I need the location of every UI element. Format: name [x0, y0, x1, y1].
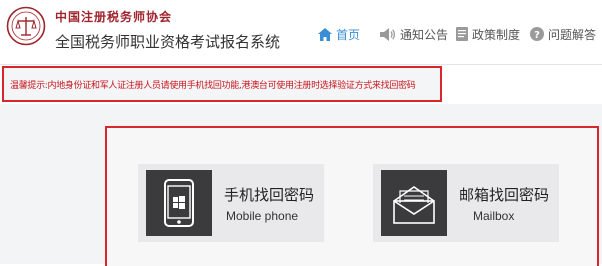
organization-name: 中国注册税务师协会: [55, 10, 173, 24]
document-icon: [456, 27, 468, 41]
speaker-icon: [380, 27, 396, 41]
nav-item-home[interactable]: 首页: [318, 24, 360, 44]
envelope-icon: [393, 186, 435, 224]
mobile-recovery-button[interactable]: 手机找回密码 Mobile phone: [138, 164, 324, 242]
email-recovery-title: 邮箱找回密码: [459, 186, 550, 204]
seal-logo-icon: [6, 6, 46, 46]
nav-label-notice: 通知公告: [400, 27, 449, 42]
svg-text:?: ?: [534, 30, 540, 41]
page-header: 中国注册税务师协会 全国税务师职业资格考试报名系统 首页 通知公告 政策制度 ?…: [0, 0, 602, 65]
notice-bar: 温馨提示:内地身份证和军人证注册人员请使用手机找回功能,港澳台可使用注册时选择验…: [2, 66, 442, 102]
mobile-recovery-title: 手机找回密码: [224, 186, 315, 204]
nav-label-home: 首页: [336, 27, 361, 42]
system-title: 全国税务师职业资格考试报名系统: [55, 33, 281, 51]
smartphone-icon: [164, 179, 194, 227]
email-icon-box: [381, 170, 447, 236]
phone-icon-box: [146, 170, 212, 236]
nav-item-notice[interactable]: 通知公告: [380, 24, 448, 44]
email-recovery-subtitle: Mailbox: [473, 209, 515, 223]
email-recovery-button[interactable]: 邮箱找回密码 Mailbox: [373, 164, 559, 242]
notice-text: 温馨提示:内地身份证和军人证注册人员请使用手机找回功能,港澳台可使用注册时选择验…: [10, 80, 416, 91]
question-icon: ?: [530, 27, 544, 41]
mobile-recovery-subtitle: Mobile phone: [226, 209, 299, 223]
home-icon: [318, 27, 332, 41]
nav-label-policy: 政策制度: [472, 27, 521, 42]
nav-label-faq: 问题解答: [548, 27, 597, 42]
nav-item-policy[interactable]: 政策制度: [456, 24, 520, 44]
nav-item-faq[interactable]: ? 问题解答: [530, 24, 596, 44]
